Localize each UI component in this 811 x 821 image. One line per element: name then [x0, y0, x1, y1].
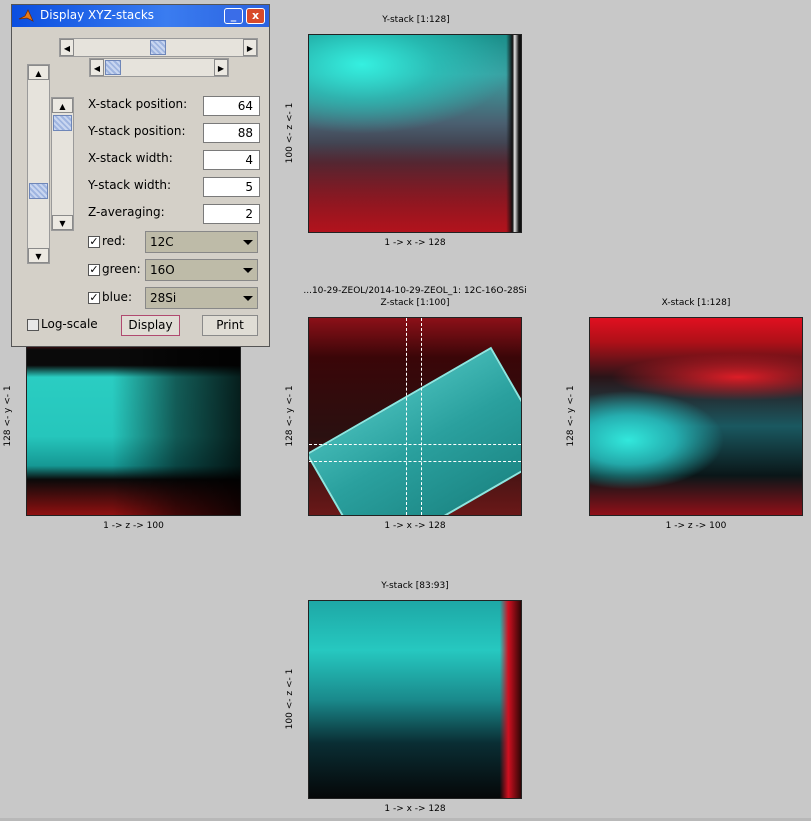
y-axis-label-y-stack-bottom: 100 <- z <- 1: [285, 668, 295, 730]
plot-title-z-stack-line1: ...10-29-ZEOL/2014-10-29-ZEOL_1: 12C-16O…: [303, 286, 527, 296]
slider-left-arrow-icon[interactable]: ◀: [90, 59, 104, 76]
green-channel-checkbox[interactable]: ✓: [88, 264, 100, 276]
x-axis-label-y-stack-top: 1 -> x -> 128: [384, 238, 446, 248]
slider-thumb[interactable]: [150, 40, 166, 55]
slider-thumb[interactable]: [105, 60, 121, 75]
plot-title-y-stack-top: Y-stack [1:128]: [382, 15, 450, 25]
display-button[interactable]: Display: [121, 315, 180, 336]
red-channel-checkbox[interactable]: ✓: [88, 236, 100, 248]
x-width-horizontal-slider[interactable]: ◀ ▶: [89, 58, 229, 77]
slider-down-arrow-icon[interactable]: ▼: [28, 248, 49, 263]
red-channel-selected: 12C: [150, 235, 174, 249]
y-stack-position-label: Y-stack position:: [88, 124, 186, 138]
z-averaging-field[interactable]: 2: [203, 204, 260, 224]
close-button[interactable]: x: [246, 8, 265, 24]
blue-channel-selected: 28Si: [150, 291, 177, 305]
blue-channel-label: blue:: [102, 290, 132, 304]
green-channel-dropdown[interactable]: 16O: [145, 259, 258, 281]
matlab-logo-icon: [18, 9, 34, 22]
chevron-down-icon: [243, 268, 253, 273]
y-axis-label-x-stack: 128 <- y <- 1: [566, 385, 576, 447]
y-axis-label-y-stack-top: 100 <- z <- 1: [285, 102, 295, 164]
x-stack-plot: [589, 317, 803, 516]
x-crosshair-left: [406, 318, 407, 515]
z-stack-plot[interactable]: [308, 317, 522, 516]
plot-title-y-stack-bottom: Y-stack [83:93]: [381, 581, 449, 591]
print-button[interactable]: Print: [202, 315, 258, 336]
left-stack-shading: [27, 318, 240, 515]
z-averaging-label: Z-averaging:: [88, 205, 165, 219]
red-channel-dropdown[interactable]: 12C: [145, 231, 258, 253]
y-stack-width-label: Y-stack width:: [88, 178, 172, 192]
slider-down-arrow-icon[interactable]: ▼: [52, 215, 73, 230]
x-axis-label-y-stack-bottom: 1 -> x -> 128: [384, 804, 446, 814]
blue-channel-checkbox[interactable]: ✓: [88, 292, 100, 304]
x-axis-label-x-stack: 1 -> z -> 100: [665, 521, 727, 531]
x-position-horizontal-slider[interactable]: ◀ ▶: [59, 38, 258, 57]
zstack-crystal-region: [309, 346, 521, 515]
x-stack-width-label: X-stack width:: [88, 151, 173, 165]
x-stack-position-field[interactable]: 64: [203, 96, 260, 116]
slider-up-arrow-icon[interactable]: ▲: [52, 98, 73, 113]
y-width-vertical-slider[interactable]: ▲ ▼: [51, 97, 74, 231]
window-title: Display XYZ-stacks: [40, 8, 155, 22]
slider-right-arrow-icon[interactable]: ▶: [243, 39, 257, 56]
slider-right-arrow-icon[interactable]: ▶: [214, 59, 228, 76]
blue-channel-dropdown[interactable]: 28Si: [145, 287, 258, 309]
y-stack-bottom-plot: [308, 600, 522, 799]
y-stack-top-plot: [308, 34, 522, 233]
log-scale-label: Log-scale: [41, 317, 98, 331]
title-bar[interactable]: Display XYZ-stacks _ x: [12, 5, 269, 27]
display-xyz-stacks-dialog: Display XYZ-stacks _ x ◀ ▶ ◀ ▶ ▲ ▼ ▲ ▼ X…: [11, 4, 270, 347]
y-stack-position-field[interactable]: 88: [203, 123, 260, 143]
log-scale-checkbox[interactable]: [27, 319, 39, 331]
y-stack-width-field[interactable]: 5: [203, 177, 260, 197]
green-channel-selected: 16O: [150, 263, 175, 277]
slider-left-arrow-icon[interactable]: ◀: [60, 39, 74, 56]
slider-thumb[interactable]: [29, 183, 48, 199]
x-axis-label-z-stack: 1 -> x -> 128: [384, 521, 446, 531]
x-stack-position-label: X-stack position:: [88, 97, 188, 111]
y-axis-label-z-stack: 128 <- y <- 1: [285, 385, 295, 447]
y-position-vertical-slider[interactable]: ▲ ▼: [27, 64, 50, 264]
x-stack-width-field[interactable]: 4: [203, 150, 260, 170]
minimize-button[interactable]: _: [224, 8, 243, 24]
red-channel-label: red:: [102, 234, 126, 248]
y-crosshair-top: [309, 444, 521, 445]
plot-title-z-stack-line2: Z-stack [1:100]: [380, 298, 450, 308]
chevron-down-icon: [243, 296, 253, 301]
slider-up-arrow-icon[interactable]: ▲: [28, 65, 49, 80]
green-channel-label: green:: [102, 262, 141, 276]
y-axis-label-left-stack: 128 <- y <- 1: [3, 385, 13, 447]
x-crosshair-right: [421, 318, 422, 515]
slider-thumb[interactable]: [53, 115, 72, 131]
x-axis-label-left-stack: 1 -> z -> 100: [103, 521, 164, 531]
chevron-down-icon: [243, 240, 253, 245]
plot-title-x-stack: X-stack [1:128]: [661, 298, 731, 308]
y-crosshair-bottom: [309, 461, 521, 462]
